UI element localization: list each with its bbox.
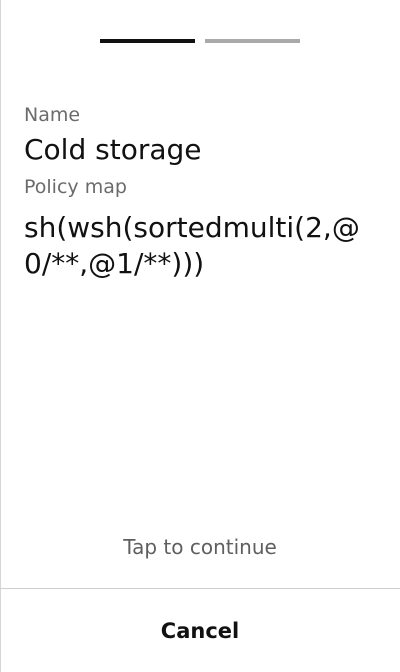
detail-content: Name Cold storage Policy map sh(wsh(sort… xyxy=(24,100,376,282)
policy-map-value: sh(wsh(sortedmulti(2,@0/**,@1/**))) xyxy=(24,211,360,280)
page-indicator-step-1-active xyxy=(100,39,195,43)
page-indicator xyxy=(100,39,300,44)
name-value: Cold storage xyxy=(24,133,202,166)
name-label: Name xyxy=(24,104,81,126)
tap-to-continue-hint[interactable]: Tap to continue xyxy=(0,532,400,562)
page-indicator-step-2 xyxy=(205,39,300,43)
screen-edge xyxy=(0,0,1,672)
policy-map-label: Policy map xyxy=(24,176,127,198)
cancel-button[interactable]: Cancel xyxy=(0,589,400,672)
